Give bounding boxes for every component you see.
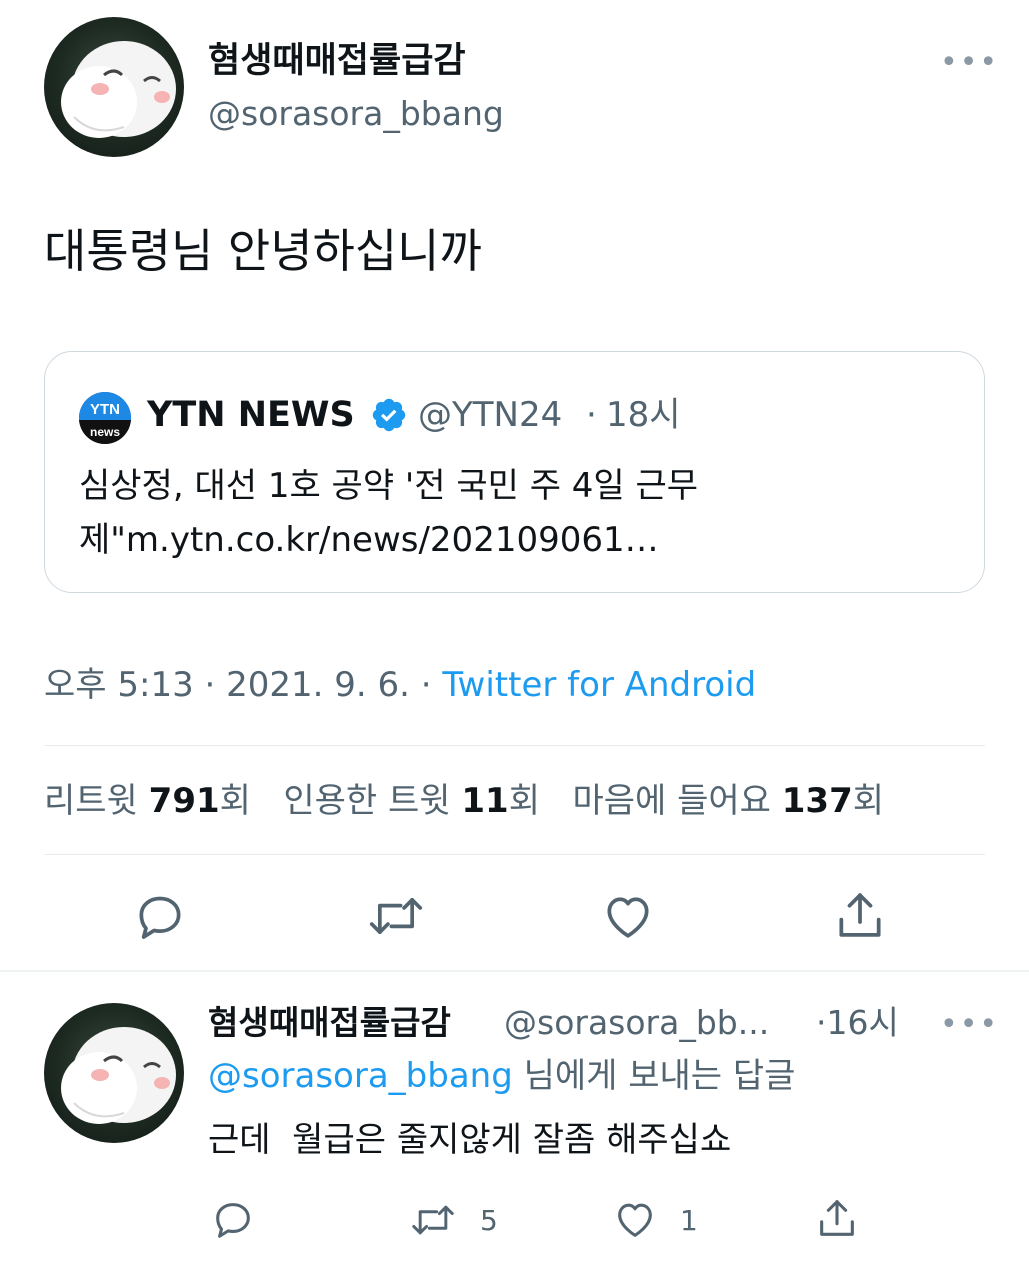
reply-icon[interactable] <box>132 888 188 944</box>
ytn-logo-top-text: YTN <box>90 401 120 418</box>
heart-icon[interactable] <box>612 1196 658 1242</box>
reply-icon[interactable] <box>210 1196 256 1242</box>
retweet-count: 791 <box>148 781 220 821</box>
reply-author-handle[interactable]: @sorasora_bb... <box>504 1006 769 1039</box>
verified-icon <box>370 396 408 434</box>
quoted-time: 18시 <box>606 395 681 435</box>
tweet-text: 대통령님 안녕하십니까 <box>44 224 482 278</box>
ytn-logo-bottom-text: news <box>90 425 120 439</box>
reply-author-avatar[interactable] <box>44 1003 184 1143</box>
quoted-handle[interactable]: @YTN24 <box>418 398 562 432</box>
quote-count: 11 <box>461 781 509 821</box>
likes-stat[interactable]: 마음에 들어요 137회 <box>572 781 884 821</box>
retweets-stat[interactable]: 리트윗 791회 <box>44 781 251 821</box>
like-count: 137 <box>781 781 853 821</box>
reply-time[interactable]: ·16시 <box>816 1006 899 1039</box>
reply-author-name[interactable]: 혐생때매접률급감 <box>208 1006 451 1039</box>
like-unit: 회 <box>852 781 885 821</box>
author-handle[interactable]: @sorasora_bbang <box>208 94 504 134</box>
tweet-source-link[interactable]: Twitter for Android <box>442 665 756 705</box>
retweet-icon[interactable] <box>366 888 426 944</box>
reply-retweet-count: 5 <box>480 1204 498 1237</box>
quotes-stat[interactable]: 인용한 트윗 11회 <box>283 781 540 821</box>
more-icon[interactable]: ••• <box>940 48 999 78</box>
replying-to: @sorasora_bbang 님에게 보내는 답글 <box>208 1056 795 1097</box>
divider <box>44 745 985 746</box>
retweet-unit: 회 <box>219 781 251 821</box>
share-icon[interactable] <box>832 886 888 944</box>
tweet-timestamp[interactable]: 오후 5:13 · 2021. 9. 6. · <box>44 665 442 705</box>
quoted-tweet-card[interactable]: YTN news YTN NEWS @YTN24 · 18시 심상정, 대선 1… <box>44 351 985 593</box>
share-icon[interactable] <box>814 1194 860 1242</box>
tweet-stats: 리트윗 791회 인용한 트윗 11회 마음에 들어요 137회 <box>44 784 884 818</box>
replying-to-suffix: 님에게 보내는 답글 <box>512 1056 796 1096</box>
author-name[interactable]: 혐생때매접률급감 <box>208 40 466 82</box>
divider <box>44 854 985 855</box>
author-avatar[interactable] <box>44 17 184 157</box>
heart-icon[interactable] <box>600 888 656 944</box>
reply-like-count: 1 <box>680 1204 698 1237</box>
quoted-text-line1: 심상정, 대선 1호 공약 '전 국민 주 4일 근무 <box>79 466 699 506</box>
replying-to-mention[interactable]: @sorasora_bbang <box>208 1056 513 1096</box>
quote-label: 인용한 트윗 <box>283 781 451 821</box>
retweet-icon[interactable] <box>408 1198 458 1242</box>
retweet-label: 리트윗 <box>44 781 138 821</box>
quote-unit: 회 <box>508 781 540 821</box>
quoted-text-line2: 제"m.ytn.co.kr/news/202109061… <box>79 520 659 560</box>
like-label: 마음에 들어요 <box>572 781 771 821</box>
reply-text: 근데 월급은 줄지않게 잘좀 해주십쇼 <box>208 1120 732 1160</box>
ytn-logo: YTN news <box>79 392 131 444</box>
quoted-separator: · <box>586 395 597 435</box>
quoted-author-name[interactable]: YTN NEWS <box>147 398 355 433</box>
section-separator <box>0 970 1029 972</box>
tweet-meta: 오후 5:13 · 2021. 9. 6. · Twitter for Andr… <box>44 668 756 702</box>
more-icon[interactable]: ••• <box>940 1010 999 1040</box>
